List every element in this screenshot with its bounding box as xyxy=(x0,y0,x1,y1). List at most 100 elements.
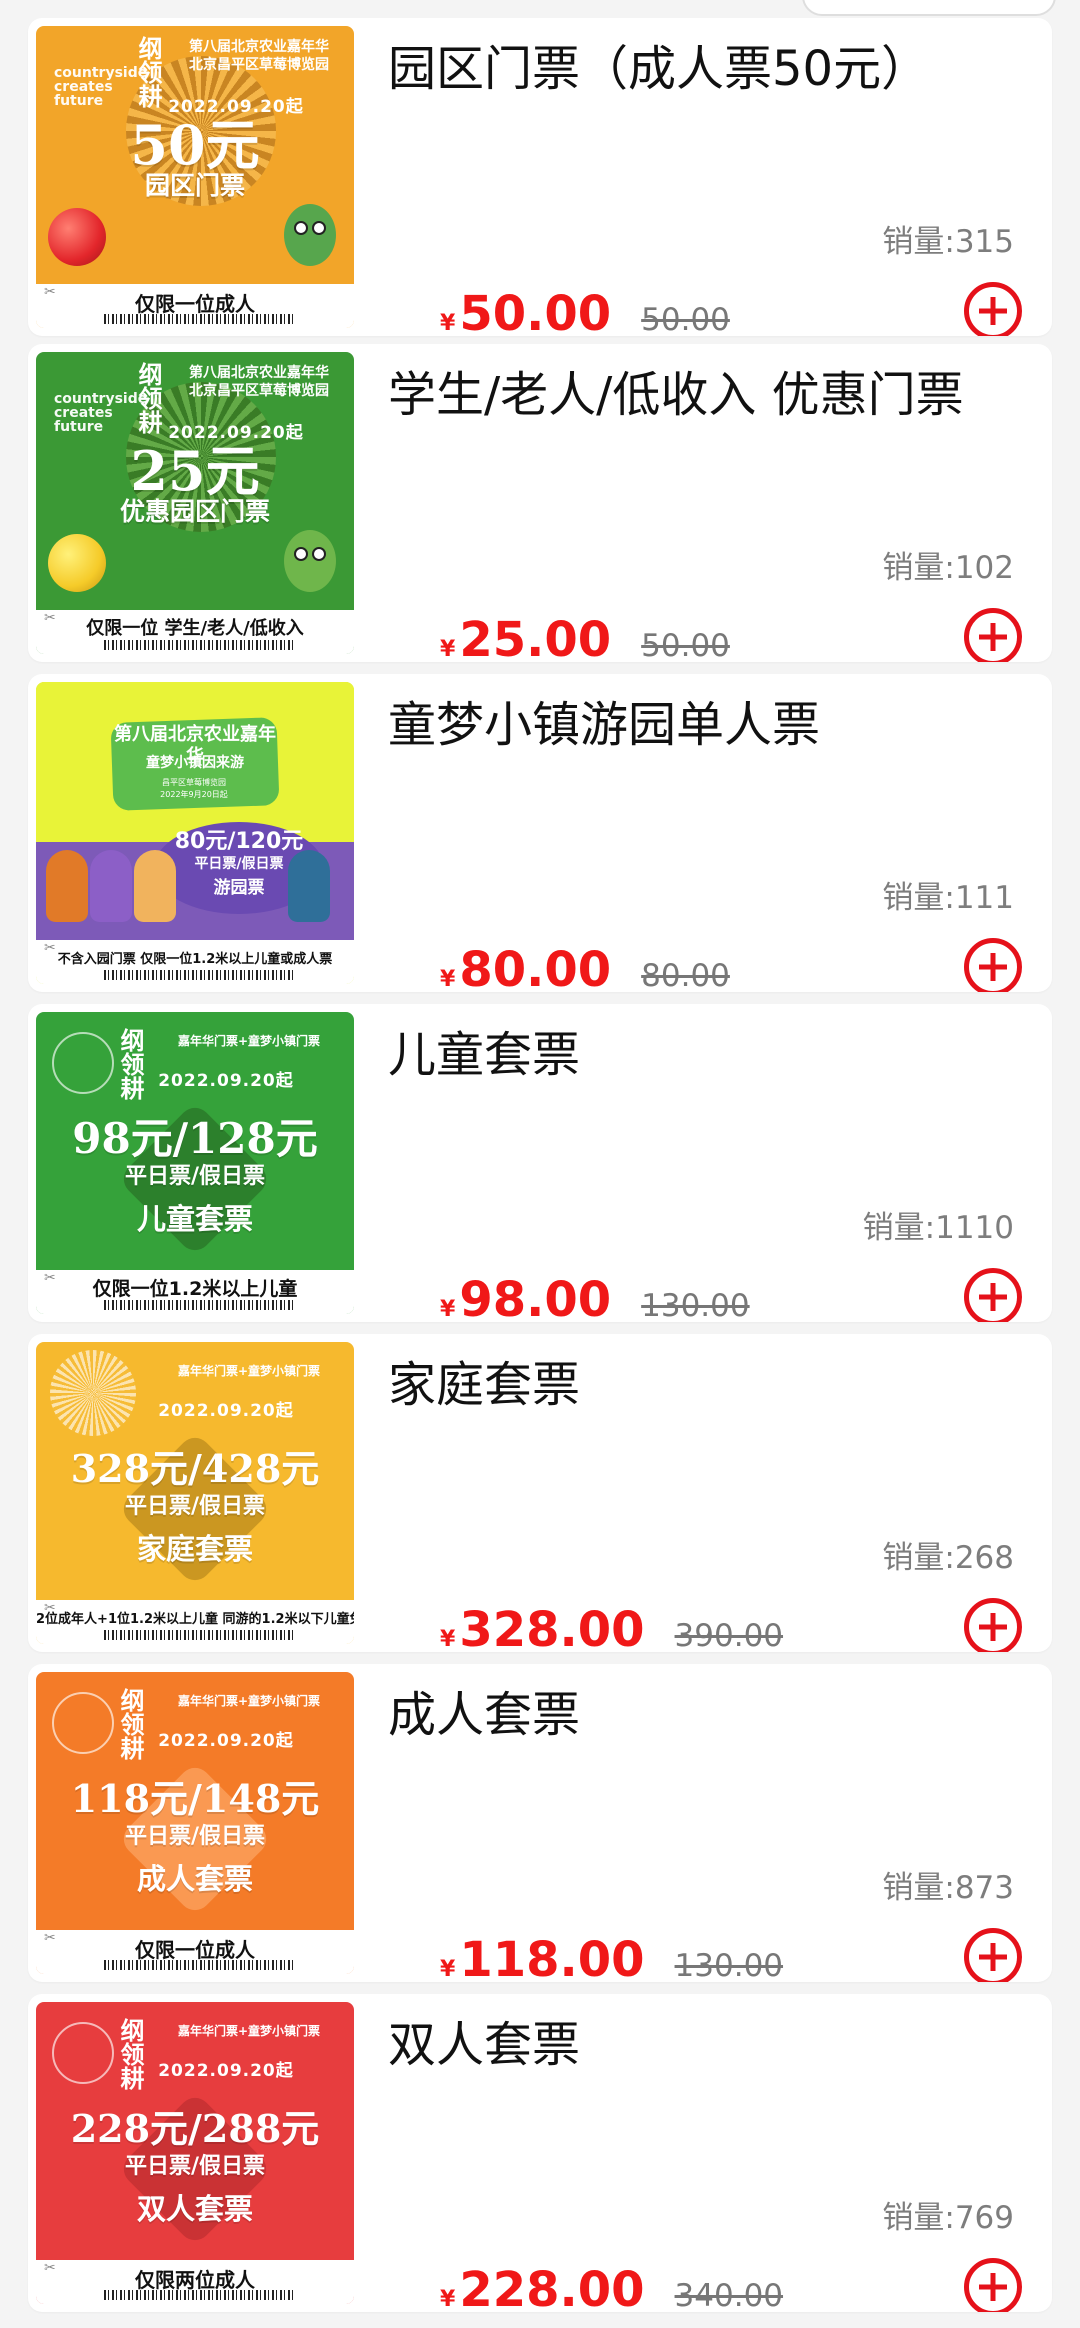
price-row: ¥98.00 130.00 xyxy=(440,1272,750,1322)
eggplant-character-icon xyxy=(90,850,132,922)
ticket-artwork: 纲领耕 嘉年华门票+童梦小镇门票 2022.09.20起 98元/128元 平日… xyxy=(36,1012,354,1270)
ticket-type-text: 平日票/假日票 xyxy=(124,2154,266,2179)
ticket-stub: ✂ 不含入园门票 仅限一位1.2米以上儿童或成人票 xyxy=(36,940,354,984)
price-row: ¥80.00 80.00 xyxy=(440,942,730,992)
add-circle-icon[interactable] xyxy=(964,1928,1022,1982)
sales-count: 销量:111 xyxy=(882,880,1014,916)
product-info: 双人套票 销量:769 ¥228.00 340.00 xyxy=(388,1994,1052,2312)
add-circle-icon[interactable] xyxy=(964,608,1022,662)
barcode-icon xyxy=(104,1630,294,1640)
product-card-family-package[interactable]: 嘉年华门票+童梦小镇门票 2022.09.20起 328元/428元 平日票/假… xyxy=(28,1334,1052,1652)
ticket-note: 不含入园门票 仅限一位1.2米以上儿童或成人票 xyxy=(57,952,333,967)
product-info: 童梦小镇游园单人票 销量:111 ¥80.00 80.00 xyxy=(388,674,1052,992)
ticket-stub: ✂ 仅限一位1.2米以上儿童 xyxy=(36,1270,354,1314)
product-card-double-package[interactable]: 纲领耕 嘉年华门票+童梦小镇门票 2022.09.20起 228元/288元 平… xyxy=(28,1994,1052,2312)
cow-character-icon xyxy=(288,850,330,922)
ticket-event-title: 嘉年华门票+童梦小镇门票 xyxy=(177,1364,321,1378)
product-card-park-ticket[interactable]: countryside creates future 纲领耕 第八届北京农业嘉年华北… xyxy=(28,18,1052,336)
product-thumbnail[interactable]: 纲领耕 嘉年华门票+童梦小镇门票 2022.09.20起 98元/128元 平日… xyxy=(36,1012,354,1314)
ticket-event-title: 嘉年华门票+童梦小镇门票 xyxy=(177,1034,321,1048)
character-illustration xyxy=(46,844,344,922)
product-thumbnail[interactable]: 纲领耕 嘉年华门票+童梦小镇门票 2022.09.20起 228元/288元 平… xyxy=(36,2002,354,2304)
add-circle-icon[interactable] xyxy=(964,2258,1022,2312)
original-price: 390.00 xyxy=(674,1618,784,1652)
sales-count: 销量:102 xyxy=(882,550,1014,586)
product-title[interactable]: 儿童套票 xyxy=(388,1024,1018,1086)
ticket-price-text: 118元/148元 xyxy=(70,1776,320,1821)
ticket-price-text: 328元/428元 xyxy=(70,1446,320,1491)
add-circle-icon[interactable] xyxy=(964,938,1022,992)
product-card-adult-package[interactable]: 纲领耕 嘉年华门票+童梦小镇门票 2022.09.20起 118元/148元 平… xyxy=(28,1664,1052,1982)
product-card-child-package[interactable]: 纲领耕 嘉年华门票+童梦小镇门票 2022.09.20起 98元/128元 平日… xyxy=(28,1004,1052,1322)
ticket-small-line: 昌平区草莓博览园 xyxy=(162,778,226,787)
strawberry-outline-icon xyxy=(52,2022,114,2084)
ticket-artwork: countryside creates future 纲领耕 第八届北京农业嘉年华北… xyxy=(36,26,354,284)
current-price: 50.00 xyxy=(459,286,612,336)
top-search-or-filter-pill[interactable] xyxy=(802,0,1056,16)
ticket-artwork: 纲领耕 嘉年华门票+童梦小镇门票 2022.09.20起 118元/148元 平… xyxy=(36,1672,354,1930)
product-title[interactable]: 园区门票（成人票50元） xyxy=(388,38,1018,100)
ticket-stub: ✂ 仅限两位成人 xyxy=(36,2260,354,2304)
ticket-price-text: 228元/288元 xyxy=(70,2106,320,2151)
brand-chinese-logo: 纲领耕 xyxy=(116,1028,145,1100)
currency-symbol: ¥ xyxy=(440,311,456,336)
product-thumbnail[interactable]: 嘉年华门票+童梦小镇门票 2022.09.20起 328元/428元 平日票/假… xyxy=(36,1342,354,1644)
product-info: 成人套票 销量:873 ¥118.00 130.00 xyxy=(388,1664,1052,1982)
sales-count: 销量:268 xyxy=(882,1540,1014,1576)
ticket-note: 仅限一位成人 xyxy=(135,1938,255,1962)
product-info: 学生/老人/低收入 优惠门票 销量:102 ¥25.00 50.00 xyxy=(388,344,1052,662)
product-title[interactable]: 双人套票 xyxy=(388,2014,1018,2076)
original-price: 130.00 xyxy=(674,1948,784,1982)
currency-symbol: ¥ xyxy=(440,637,456,662)
sales-count: 销量:315 xyxy=(882,224,1014,260)
ticket-price-text: 25元 xyxy=(130,439,260,503)
sales-count: 销量:1110 xyxy=(862,1210,1014,1246)
product-title[interactable]: 家庭套票 xyxy=(388,1354,1018,1416)
current-price: 98.00 xyxy=(459,1272,612,1322)
product-card-discount-ticket[interactable]: countryside creates future 纲领耕 第八届北京农业嘉年华北… xyxy=(28,344,1052,662)
barcode-icon xyxy=(104,314,294,324)
ticket-type-text: 平日票/假日票 xyxy=(124,1494,266,1519)
barcode-icon xyxy=(104,640,294,650)
strawberry-icon xyxy=(48,208,106,266)
currency-symbol: ¥ xyxy=(440,1297,456,1322)
brand-chinese-logo: 纲领耕 xyxy=(116,1688,145,1760)
ticket-note: 仅限两位成人 xyxy=(135,2268,255,2292)
product-title[interactable]: 学生/老人/低收入 优惠门票 xyxy=(388,364,1018,426)
ticket-label-text: 家庭套票 xyxy=(136,1532,253,1566)
ticket-price-text: 98元/128元 xyxy=(72,1114,318,1163)
ticket-type-text: 平日票/假日票 xyxy=(124,1164,266,1189)
barcode-icon xyxy=(104,1300,294,1310)
product-card-town-ticket[interactable]: 第八届北京农业嘉年华 童梦小镇因来游 昌平区草莓博览园 2022年9月20日起 … xyxy=(28,674,1052,992)
ticket-stub: ✂ 2位成年人+1位1.2米以上儿童 同游的1.2米以下儿童免票 xyxy=(36,1600,354,1644)
product-info: 家庭套票 销量:268 ¥328.00 390.00 xyxy=(388,1334,1052,1652)
current-price: 118.00 xyxy=(459,1932,645,1982)
ticket-subtitle: 童梦小镇因来游 xyxy=(146,755,244,771)
ticket-event-title: 第八届北京农业嘉年华 北京昌平区草莓博览园 xyxy=(189,39,329,73)
add-circle-icon[interactable] xyxy=(964,1268,1022,1322)
sales-count: 销量:873 xyxy=(882,1870,1014,1906)
add-circle-icon[interactable] xyxy=(964,282,1022,336)
product-title[interactable]: 成人套票 xyxy=(388,1684,1018,1746)
child-character-icon xyxy=(134,850,176,922)
product-thumbnail[interactable]: 纲领耕 嘉年华门票+童梦小镇门票 2022.09.20起 118元/148元 平… xyxy=(36,1672,354,1974)
product-thumbnail[interactable]: countryside creates future 纲领耕 第八届北京农业嘉年华北… xyxy=(36,26,354,328)
product-info: 园区门票（成人票50元） 销量:315 ¥50.00 50.00 xyxy=(388,18,1052,336)
peach-outline-icon xyxy=(52,1692,114,1754)
ticket-artwork: 第八届北京农业嘉年华 童梦小镇因来游 昌平区草莓博览园 2022年9月20日起 … xyxy=(36,682,354,940)
barcode-icon xyxy=(104,1960,294,1970)
pineapple-icon xyxy=(48,534,106,592)
brand-chinese-logo: 纲领耕 xyxy=(116,2018,145,2090)
currency-symbol: ¥ xyxy=(440,967,456,992)
add-circle-icon[interactable] xyxy=(964,1598,1022,1652)
product-thumbnail[interactable]: countryside creates future 纲领耕 第八届北京农业嘉年华北… xyxy=(36,352,354,654)
original-price: 80.00 xyxy=(641,958,730,992)
original-price: 50.00 xyxy=(641,302,730,336)
product-title[interactable]: 童梦小镇游园单人票 xyxy=(388,694,1018,756)
sales-count: 销量:769 xyxy=(882,2200,1014,2236)
ticket-date: 2022.09.20起 xyxy=(158,1401,294,1421)
product-thumbnail[interactable]: 第八届北京农业嘉年华 童梦小镇因来游 昌平区草莓博览园 2022年9月20日起 … xyxy=(36,682,354,984)
price-row: ¥50.00 50.00 xyxy=(440,286,730,336)
ticket-stub: ✂ 仅限一位成人 xyxy=(36,284,354,328)
price-row: ¥228.00 340.00 xyxy=(440,2262,783,2312)
